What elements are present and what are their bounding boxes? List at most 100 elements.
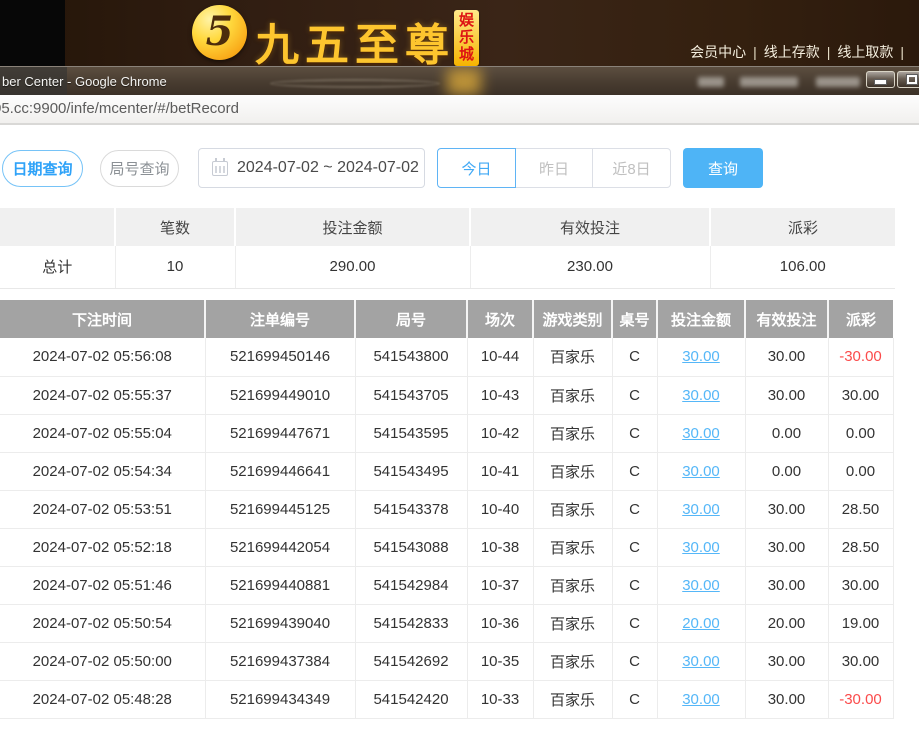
bet-header-game: 游戏类别 (533, 300, 612, 338)
quick-yesterday-button[interactable]: 昨日 (515, 148, 593, 188)
bet-amount-link[interactable]: 30.00 (682, 463, 720, 480)
bet-table-code: C (612, 376, 657, 414)
summary-valid-bet: 230.00 (470, 246, 710, 288)
maximize-button[interactable] (897, 71, 919, 88)
calendar-icon (212, 161, 228, 176)
bet-amount-link[interactable]: 30.00 (682, 387, 720, 404)
banner-left-black-strip (0, 0, 65, 66)
search-button[interactable]: 查询 (683, 148, 763, 188)
date-range-input[interactable]: 2024-07-02 ~ 2024-07-02 (198, 148, 425, 188)
bet-valid-amount: 20.00 (745, 604, 828, 642)
site-banner: 5 九五至尊 娱 乐 城 会员中心|线上存款|线上取款| (0, 0, 919, 66)
summary-table: 笔数 投注金额 有效投注 派彩 总计 10 290.00 230.00 106.… (0, 208, 895, 289)
bet-session: 10-38 (467, 528, 533, 566)
badge-char: 城 (454, 46, 479, 63)
bet-amount-cell: 30.00 (657, 452, 745, 490)
banner-nav-link[interactable]: 线上取款 (837, 44, 893, 60)
banner-nav-link[interactable]: 线上存款 (764, 44, 820, 60)
bet-header-time: 下注时间 (0, 300, 205, 338)
bet-round: 541542984 (355, 566, 467, 604)
bet-time: 2024-07-02 05:50:00 (0, 642, 205, 680)
bet-time: 2024-07-02 05:55:04 (0, 414, 205, 452)
bet-id: 521699440881 (205, 566, 355, 604)
bet-round: 541542692 (355, 642, 467, 680)
bet-header-amount: 投注金额 (657, 300, 745, 338)
quick-today-button[interactable]: 今日 (437, 148, 516, 188)
bet-time: 2024-07-02 05:56:08 (0, 338, 205, 376)
nav-separator: | (746, 44, 764, 60)
round-query-tab[interactable]: 局号查询 (100, 150, 179, 187)
bet-round: 541542833 (355, 604, 467, 642)
bet-header-table: 桌号 (612, 300, 657, 338)
bet-amount-cell: 20.00 (657, 604, 745, 642)
quick-range-group: 今日 昨日 近8日 (437, 148, 671, 188)
bet-record-table: 下注时间 注单编号 局号 场次 游戏类别 桌号 投注金额 有效投注 派彩 202… (0, 300, 894, 719)
bet-table-row: 2024-07-02 05:56:08 521699450146 5415438… (0, 338, 893, 376)
bet-game-type: 百家乐 (533, 376, 612, 414)
brand-title: 九五至尊 (255, 9, 455, 66)
blurred-badge-glow (447, 68, 481, 95)
bet-valid-amount: 30.00 (745, 338, 828, 376)
bet-id: 521699450146 (205, 338, 355, 376)
bet-table-row: 2024-07-02 05:53:51 521699445125 5415433… (0, 490, 893, 528)
bet-amount-cell: 30.00 (657, 338, 745, 376)
bet-round: 541543595 (355, 414, 467, 452)
bet-table-code: C (612, 452, 657, 490)
address-bar[interactable]: 05.cc:9900/infe/mcenter/#/betRecord (0, 95, 919, 125)
url-text: 05.cc:9900/infe/mcenter/#/betRecord (0, 100, 239, 117)
bet-amount-link[interactable]: 30.00 (682, 577, 720, 594)
banner-swirl-decoration (270, 79, 440, 88)
bet-id: 521699439040 (205, 604, 355, 642)
date-query-tab[interactable]: 日期查询 (2, 150, 83, 187)
bet-payout: 30.00 (828, 642, 893, 680)
bet-table-code: C (612, 490, 657, 528)
summary-bet-amount: 290.00 (235, 246, 470, 288)
bet-table-code: C (612, 604, 657, 642)
blurred-text (740, 77, 798, 87)
bet-amount-link[interactable]: 30.00 (682, 501, 720, 518)
bet-round: 541542420 (355, 680, 467, 718)
bet-amount-link[interactable]: 30.00 (682, 691, 720, 708)
blurred-text (816, 77, 860, 87)
bet-game-type: 百家乐 (533, 566, 612, 604)
bet-id: 521699447671 (205, 414, 355, 452)
summary-count: 10 (115, 246, 235, 288)
bet-amount-link[interactable]: 30.00 (682, 539, 720, 556)
bet-amount-link[interactable]: 30.00 (682, 425, 720, 442)
bet-game-type: 百家乐 (533, 604, 612, 642)
bet-payout: 19.00 (828, 604, 893, 642)
bet-amount-cell: 30.00 (657, 642, 745, 680)
bet-game-type: 百家乐 (533, 642, 612, 680)
bet-table-row: 2024-07-02 05:54:34 521699446641 5415434… (0, 452, 893, 490)
bet-id: 521699442054 (205, 528, 355, 566)
bet-amount-link[interactable]: 30.00 (682, 348, 720, 365)
bet-amount-link[interactable]: 30.00 (682, 653, 720, 670)
bet-session: 10-37 (467, 566, 533, 604)
bet-valid-amount: 30.00 (745, 642, 828, 680)
window-title: ber Center - Google Chrome (2, 74, 167, 89)
bet-amount-link[interactable]: 20.00 (682, 615, 720, 632)
maximize-icon (907, 75, 917, 84)
bet-session: 10-33 (467, 680, 533, 718)
bet-amount-cell: 30.00 (657, 680, 745, 718)
bet-game-type: 百家乐 (533, 490, 612, 528)
bet-table-row: 2024-07-02 05:50:54 521699439040 5415428… (0, 604, 893, 642)
summary-header-count: 笔数 (115, 208, 235, 246)
bet-table-code: C (612, 566, 657, 604)
bet-payout: 28.50 (828, 490, 893, 528)
bet-session: 10-36 (467, 604, 533, 642)
quick-last8days-button[interactable]: 近8日 (592, 148, 671, 188)
bet-table-code: C (612, 414, 657, 452)
summary-header-bet-amount: 投注金额 (235, 208, 470, 246)
banner-nav-link[interactable]: 会员中心 (690, 44, 746, 60)
bet-session: 10-40 (467, 490, 533, 528)
brand-badge: 娱 乐 城 (454, 10, 479, 66)
bet-table-row: 2024-07-02 05:52:18 521699442054 5415430… (0, 528, 893, 566)
summary-header-empty (0, 208, 115, 246)
bet-amount-cell: 30.00 (657, 414, 745, 452)
bet-time: 2024-07-02 05:55:37 (0, 376, 205, 414)
bet-id: 521699446641 (205, 452, 355, 490)
minimize-button[interactable] (866, 71, 895, 88)
summary-header-row: 笔数 投注金额 有效投注 派彩 (0, 208, 895, 246)
minimize-icon (875, 80, 886, 84)
